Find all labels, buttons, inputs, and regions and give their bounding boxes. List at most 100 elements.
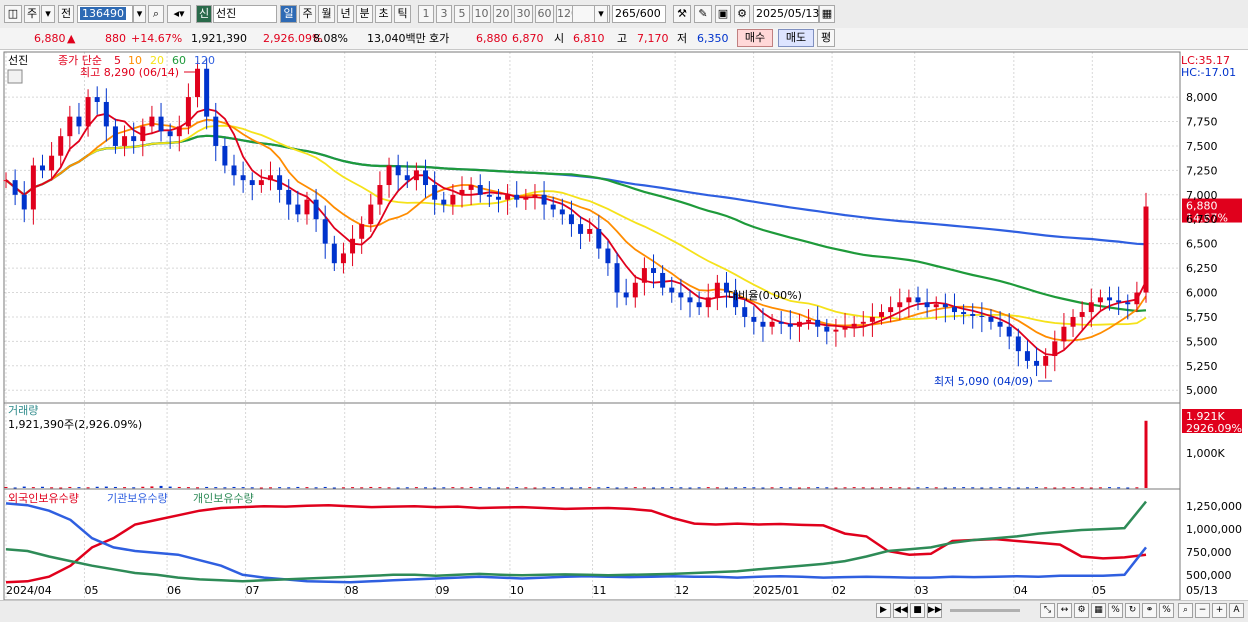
volume-bar — [268, 487, 272, 489]
volume-bar — [834, 487, 838, 489]
candle-body — [578, 224, 584, 234]
x-tick-label: 04 — [1014, 584, 1028, 597]
zoom-out-icon[interactable]: − — [1195, 603, 1210, 618]
volume-bar — [442, 487, 446, 489]
volume-bar — [506, 487, 510, 489]
settings-small-icon[interactable]: ⚙ — [1074, 603, 1089, 618]
scroll-right-icon[interactable]: ▶ — [876, 603, 891, 618]
candle-body — [1024, 351, 1030, 361]
search-zoom-icon[interactable]: ⌕ — [1178, 603, 1193, 618]
volume-bar — [724, 487, 728, 489]
x-tick-label: 2024/04 — [6, 584, 52, 597]
volume-bar — [287, 487, 291, 489]
volume-bar — [13, 487, 17, 489]
candle-body — [331, 243, 337, 264]
volume-bar — [761, 487, 765, 489]
volume-bar — [962, 487, 966, 489]
candle-body — [195, 68, 201, 98]
volume-bar — [934, 487, 938, 489]
candle-body — [103, 101, 109, 127]
percent-icon[interactable]: % — [1108, 603, 1123, 618]
zoom-slider[interactable] — [950, 609, 1020, 612]
candle-body — [714, 282, 720, 298]
zoom-icon[interactable]: ⤡ — [1040, 603, 1055, 618]
candle-body — [39, 165, 45, 171]
volume-bar — [588, 487, 592, 489]
zoom-in-icon[interactable]: + — [1212, 603, 1227, 618]
candle-body — [67, 116, 73, 137]
candle-body — [669, 287, 675, 293]
price-legend-prefix: 선진 — [8, 54, 28, 67]
candle-body — [167, 131, 173, 137]
holding-legend-1: 기관보유수량 — [107, 492, 168, 505]
ma20-line — [5, 124, 1147, 326]
volume-bar — [86, 487, 90, 489]
candle-body — [468, 185, 474, 190]
candle-body — [149, 116, 155, 127]
candle-body — [751, 316, 757, 322]
volume-bar — [715, 487, 719, 489]
volume-bar — [1053, 487, 1057, 489]
candle-body — [295, 204, 301, 215]
volume-bar — [560, 487, 564, 489]
candle-body — [760, 321, 766, 327]
volume-bar — [542, 487, 546, 489]
link-icon[interactable]: ⚭ — [1142, 603, 1157, 618]
candle-body — [678, 292, 684, 298]
scale-icon[interactable]: ↔ — [1057, 603, 1072, 618]
candle-body — [313, 199, 319, 220]
candle-body — [778, 321, 784, 324]
candle-body — [386, 165, 392, 186]
chart-area[interactable]: 6,88014.67% 5,000 5,250 5,500 5,750 6,000 6,2… — [0, 0, 1248, 600]
volume-bar — [633, 487, 637, 489]
holding-series-2 — [5, 500, 1147, 583]
volume-bar — [305, 487, 309, 489]
candle-body — [368, 204, 374, 225]
percent-2-icon[interactable]: % — [1159, 603, 1174, 618]
volume-bar — [524, 487, 528, 489]
volume-bar — [259, 487, 263, 489]
candle-body — [632, 282, 638, 298]
volume-bar — [396, 487, 400, 489]
candle-body — [906, 297, 912, 303]
volume-bar — [1016, 487, 1020, 489]
volume-bar — [241, 487, 245, 489]
volume-bar — [214, 487, 218, 489]
holding-tick-label: 500,000 — [1186, 569, 1232, 582]
candle-body — [222, 145, 228, 166]
candle-body — [979, 315, 985, 317]
price-tick-label: 6,250 — [1186, 262, 1218, 275]
candle-body — [915, 297, 921, 303]
volume-bar — [998, 487, 1002, 489]
candle-body — [970, 314, 976, 316]
volume-bar — [971, 487, 975, 489]
grid-icon[interactable]: ▦ — [1091, 603, 1106, 618]
fast-forward-icon[interactable]: ▶▶ — [927, 603, 942, 618]
candle-body — [12, 180, 18, 195]
volume-badge-pct: 2926.09% — [1186, 422, 1242, 435]
candle-body — [140, 126, 146, 142]
candle-body — [240, 175, 246, 181]
volume-bar — [451, 487, 455, 489]
candle-body — [1088, 302, 1094, 313]
price-tick-label: 7,000 — [1186, 189, 1218, 202]
candle-body — [441, 199, 447, 205]
volume-bar — [679, 487, 683, 489]
price-tick-label: 6,500 — [1186, 238, 1218, 251]
candle-body — [651, 268, 657, 273]
stop-icon[interactable]: ■ — [910, 603, 925, 618]
volume-bar — [168, 486, 172, 488]
volume-bar — [624, 487, 628, 489]
volume-bar — [232, 486, 236, 488]
candle-body — [432, 185, 438, 200]
refresh-icon[interactable]: ↻ — [1125, 603, 1140, 618]
candle-body — [495, 196, 501, 200]
rewind-icon[interactable]: ◀◀ — [893, 603, 908, 618]
volume-bar — [916, 487, 920, 489]
volume-bar — [424, 487, 428, 489]
price-tick-label: 6,000 — [1186, 287, 1218, 300]
candle-body — [641, 268, 647, 283]
candle-body — [1079, 312, 1085, 317]
text-size-icon[interactable]: A — [1229, 603, 1244, 618]
candle-body — [541, 194, 547, 205]
